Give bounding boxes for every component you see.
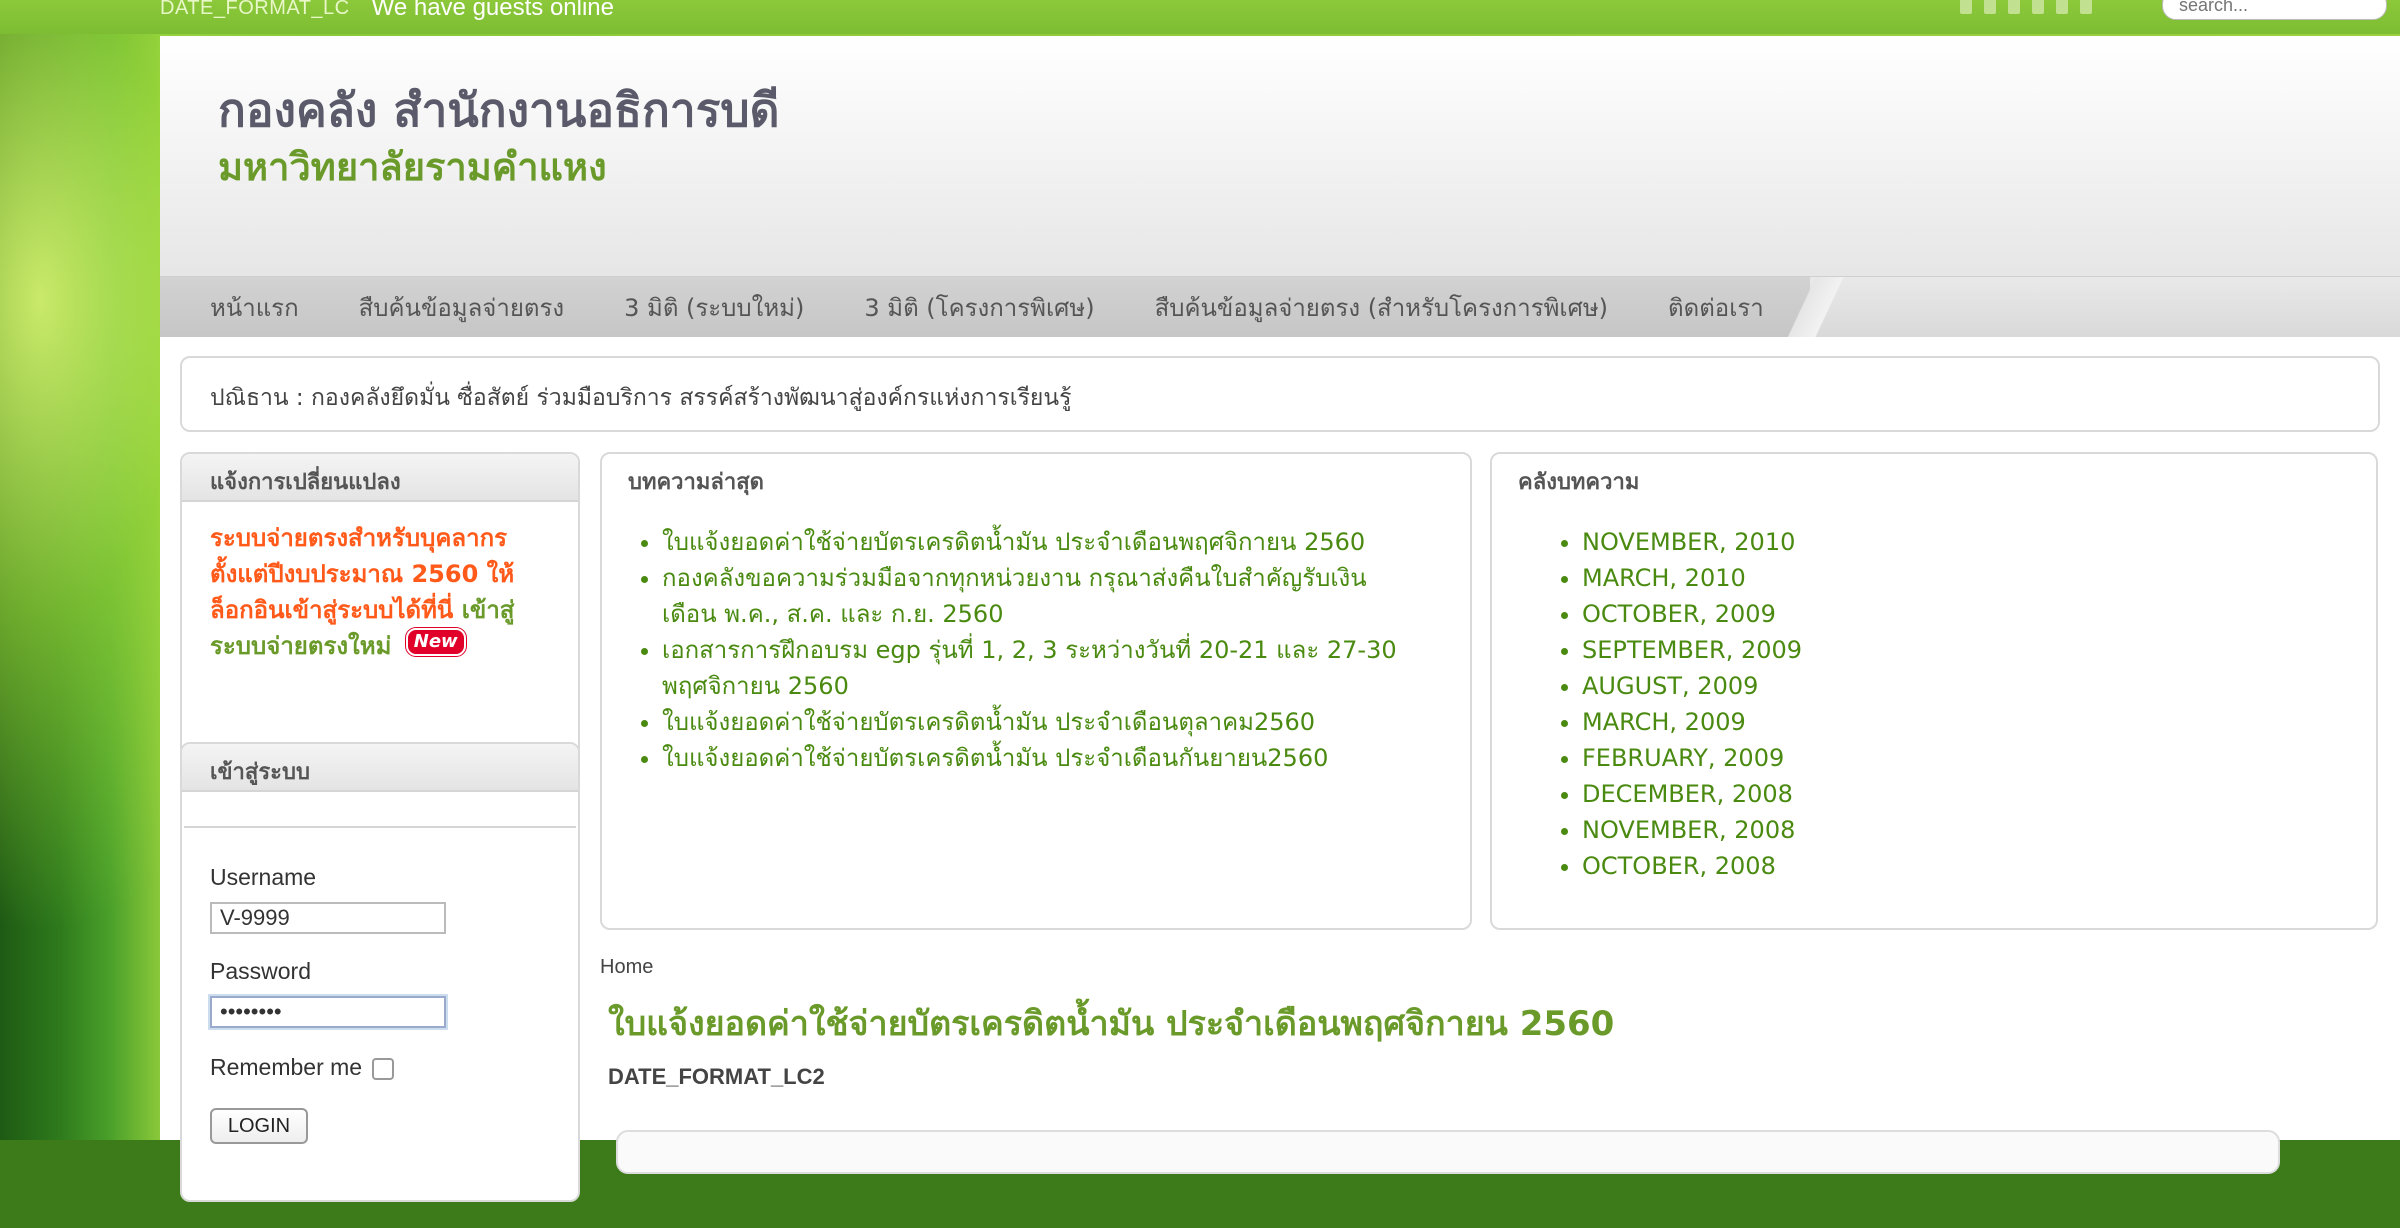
archive-link[interactable]: AUGUST, 2009: [1582, 672, 1758, 700]
module-title: แจ้งการเปลี่ยนแปลง: [210, 470, 401, 495]
archive-link[interactable]: OCTOBER, 2009: [1582, 600, 1776, 628]
motto-box: ปณิธาน : กองคลังยึดมั่น ซื่อสัตย์ ร่วมมื…: [180, 356, 2380, 432]
nav-item-3d-special[interactable]: 3 มิติ (โครงการพิเศษ): [864, 288, 1094, 327]
module-header: แจ้งการเปลี่ยนแปลง: [182, 454, 578, 502]
main-nav: หน้าแรก สืบค้นข้อมูลจ่ายตรง 3 มิติ (ระบบ…: [160, 276, 2400, 337]
password-label: Password: [210, 958, 311, 984]
top-bar: DATE_FORMAT_LC We have guests online: [0, 0, 2400, 34]
module-header: เข้าสู่ระบบ: [182, 744, 578, 792]
archive-link[interactable]: SEPTEMBER, 2009: [1582, 636, 1802, 664]
nav-item-payment-search[interactable]: สืบค้นข้อมูลจ่ายตรง: [359, 288, 565, 327]
article-date: DATE_FORMAT_LC2: [608, 1064, 825, 1089]
list-item[interactable]: FEBRUARY, 2009: [1582, 740, 2282, 776]
list-item[interactable]: NOVEMBER, 2008: [1582, 812, 2282, 848]
login-form: Username Password Remember me LOGIN: [184, 826, 576, 1228]
announcement-module: แจ้งการเปลี่ยนแปลง ระบบจ่ายตรงสำหรับบุคล…: [180, 452, 580, 758]
list-item[interactable]: MARCH, 2009: [1582, 704, 2282, 740]
article-title[interactable]: ใบแจ้งยอดค่าใช้จ่ายบัตรเครดิตน้ำมัน ประจ…: [608, 996, 1614, 1050]
list-item[interactable]: เอกสารการฝึกอบรม egp รุ่นที่ 1, 2, 3 ระห…: [662, 632, 1422, 704]
list-item[interactable]: NOVEMBER, 2010: [1582, 524, 2282, 560]
list-item[interactable]: กองคลังขอความร่วมมือจากทุกหน่วยงาน กรุณา…: [662, 560, 1422, 632]
breadcrumb[interactable]: Home: [600, 956, 653, 979]
nav-item-contact[interactable]: ติดต่อเรา: [1668, 288, 1764, 327]
article-link[interactable]: กองคลังขอความร่วมมือจากทุกหน่วยงาน กรุณา…: [662, 564, 1367, 628]
nav-item-home[interactable]: หน้าแรก: [210, 288, 299, 327]
list-item[interactable]: ใบแจ้งยอดค่าใช้จ่ายบัตรเครดิตน้ำมัน ประจ…: [662, 524, 1422, 560]
font-size-icon[interactable]: [2056, 0, 2068, 14]
article-link[interactable]: เอกสารการฝึกอบรม egp รุ่นที่ 1, 2, 3 ระห…: [662, 636, 1397, 700]
motto-text: ปณิธาน : กองคลังยึดมั่น ซื่อสัตย์ ร่วมมื…: [210, 385, 1072, 411]
font-size-tools[interactable]: [1960, 0, 2092, 14]
article-link[interactable]: ใบแจ้งยอดค่าใช้จ่ายบัตรเครดิตน้ำมัน ประจ…: [662, 744, 1328, 772]
site-header: กองคลัง สำนักงานอธิการบดี มหาวิทยาลัยราม…: [160, 36, 2400, 276]
guests-online-text: We have guests online: [371, 0, 615, 21]
article-content-box: [616, 1130, 2280, 1174]
date-format-text: DATE_FORMAT_LC: [160, 0, 350, 19]
nav-item-payment-search-special[interactable]: สืบค้นข้อมูลจ่ายตรง (สำหรับโครงการพิเศษ): [1155, 288, 1608, 327]
font-size-icon[interactable]: [1960, 0, 1972, 14]
font-size-icon[interactable]: [2080, 0, 2092, 14]
module-title: คลังบทความ: [1518, 470, 1640, 495]
archive-module: คลังบทความ NOVEMBER, 2010 MARCH, 2010 OC…: [1490, 452, 2378, 930]
list-item[interactable]: AUGUST, 2009: [1582, 668, 2282, 704]
announcement-text: ระบบจ่ายตรงสำหรับบุคลากร ตั้งแต่ปีงบประม…: [210, 520, 550, 664]
archive-link[interactable]: NOVEMBER, 2010: [1582, 528, 1795, 556]
list-item[interactable]: MARCH, 2010: [1582, 560, 2282, 596]
remember-me-label: Remember me: [210, 1054, 363, 1080]
font-size-icon[interactable]: [1984, 0, 1996, 14]
font-size-icon[interactable]: [2008, 0, 2020, 14]
nav-item-3d-new[interactable]: 3 มิติ (ระบบใหม่): [624, 288, 804, 327]
list-item[interactable]: OCTOBER, 2009: [1582, 596, 2282, 632]
remember-me-checkbox[interactable]: [372, 1058, 394, 1080]
login-module: เข้าสู่ระบบ Username Password Remember m…: [180, 742, 580, 1202]
module-title: เข้าสู่ระบบ: [210, 760, 310, 785]
list-item[interactable]: ใบแจ้งยอดค่าใช้จ่ายบัตรเครดิตน้ำมัน ประจ…: [662, 740, 1422, 776]
site-subtitle: มหาวิทยาลัยรามคำแหง: [218, 145, 607, 189]
archive-link[interactable]: OCTOBER, 2008: [1582, 852, 1776, 880]
list-item[interactable]: OCTOBER, 2008: [1582, 848, 2282, 884]
new-badge: New: [405, 628, 466, 656]
list-item[interactable]: SEPTEMBER, 2009: [1582, 632, 2282, 668]
search-input[interactable]: [2162, 0, 2387, 20]
font-size-icon[interactable]: [2032, 0, 2044, 14]
archive-link[interactable]: MARCH, 2010: [1582, 564, 1746, 592]
archive-link[interactable]: FEBRUARY, 2009: [1582, 744, 1784, 772]
username-field[interactable]: [210, 902, 446, 934]
archive-link[interactable]: MARCH, 2009: [1582, 708, 1746, 736]
article-link[interactable]: ใบแจ้งยอดค่าใช้จ่ายบัตรเครดิตน้ำมัน ประจ…: [662, 708, 1315, 736]
page-container: กองคลัง สำนักงานอธิการบดี มหาวิทยาลัยราม…: [160, 36, 2400, 1202]
list-item[interactable]: DECEMBER, 2008: [1582, 776, 2282, 812]
article-link[interactable]: ใบแจ้งยอดค่าใช้จ่ายบัตรเครดิตน้ำมัน ประจ…: [662, 528, 1365, 556]
archive-link[interactable]: NOVEMBER, 2008: [1582, 816, 1795, 844]
module-title: บทความล่าสุด: [628, 470, 764, 495]
username-label: Username: [210, 864, 317, 890]
latest-articles-module: บทความล่าสุด ใบแจ้งยอดค่าใช้จ่ายบัตรเครด…: [600, 452, 1472, 930]
login-button[interactable]: LOGIN: [210, 1108, 308, 1144]
password-field[interactable]: [210, 996, 446, 1028]
list-item[interactable]: ใบแจ้งยอดค่าใช้จ่ายบัตรเครดิตน้ำมัน ประจ…: [662, 704, 1422, 740]
archive-link[interactable]: DECEMBER, 2008: [1582, 780, 1793, 808]
